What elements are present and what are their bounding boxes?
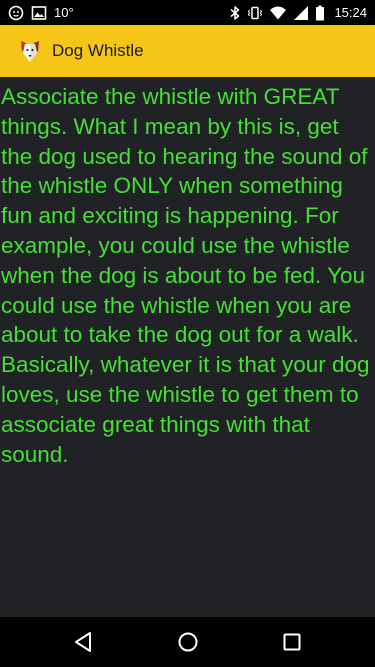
- signal-icon: [294, 5, 309, 20]
- battery-icon: [316, 5, 325, 20]
- dog-icon: [21, 41, 39, 62]
- clock-text: 15:24: [334, 5, 367, 20]
- screen: 10° 15:24 Dog Whistle Associate the whis…: [0, 0, 375, 667]
- bluetooth-icon: [230, 5, 240, 20]
- status-bar-left: 10°: [8, 4, 74, 21]
- vibrate-icon: [248, 6, 263, 19]
- app-title: Dog Whistle: [52, 41, 144, 60]
- navigation-bar: [0, 617, 375, 667]
- notification-icon: [8, 5, 24, 20]
- home-icon[interactable]: [176, 630, 200, 654]
- status-bar-right: 15:24: [229, 4, 367, 21]
- content-area: Associate the whistle with GREAT things.…: [0, 77, 375, 617]
- app-bar: Dog Whistle: [0, 25, 375, 77]
- status-bar: 10° 15:24: [0, 0, 375, 25]
- tip-text: Associate the whistle with GREAT things.…: [1, 84, 370, 467]
- wifi-icon: [270, 6, 287, 19]
- temperature-text: 10°: [54, 5, 74, 20]
- image-icon: [31, 5, 47, 20]
- back-icon[interactable]: [72, 630, 96, 654]
- recents-icon[interactable]: [280, 630, 304, 654]
